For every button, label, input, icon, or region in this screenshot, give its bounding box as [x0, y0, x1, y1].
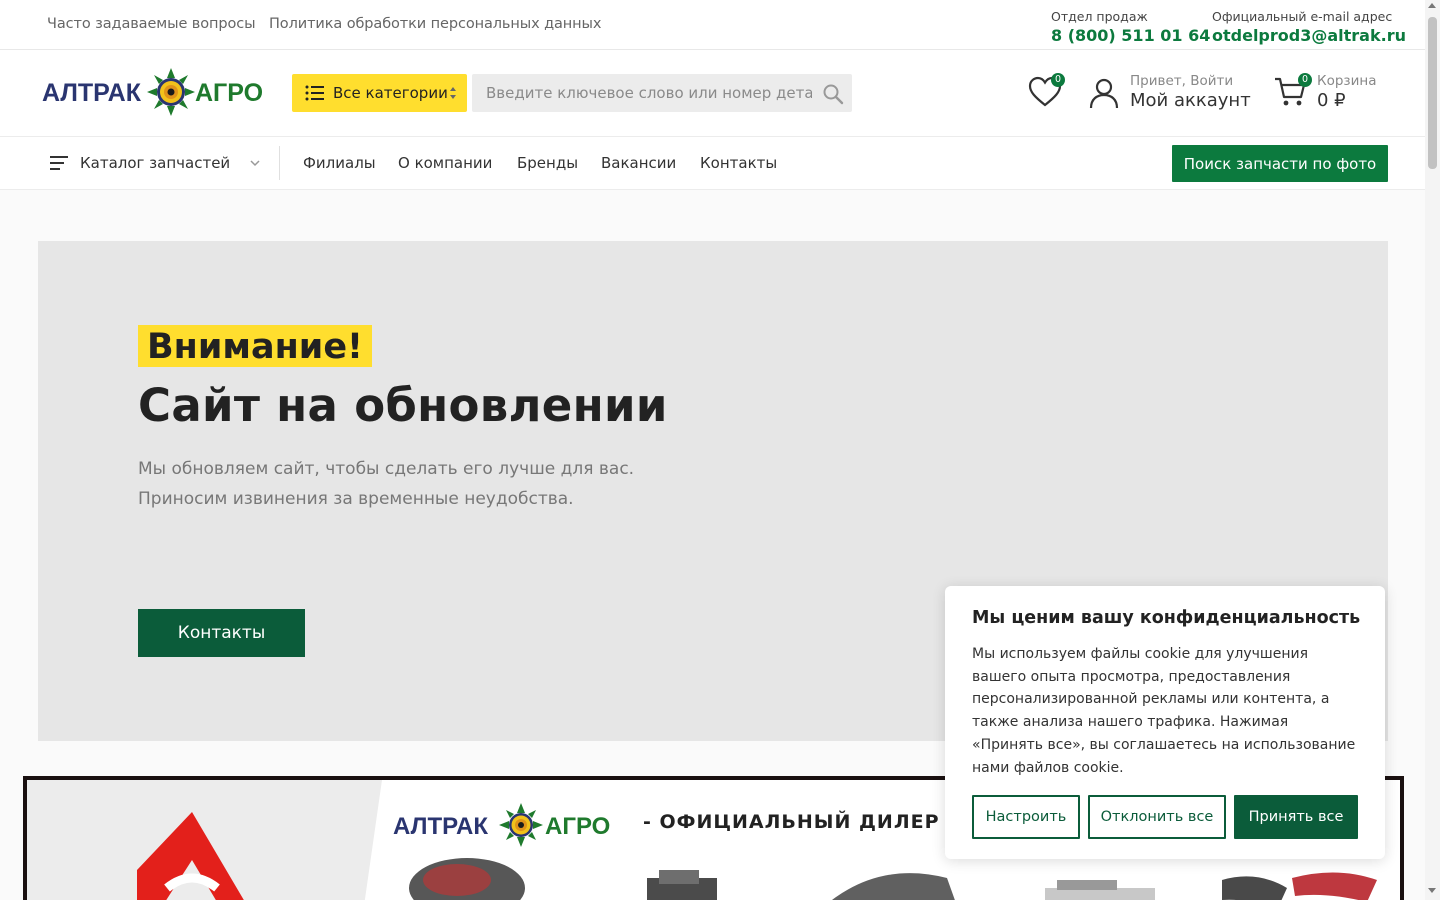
attention-label: Внимание! [138, 325, 373, 367]
account-link[interactable]: Привет, Войти Мой аккаунт [1088, 73, 1251, 113]
email-contact: Официальный e-mail адрес otdelprod3@altr… [1212, 9, 1406, 45]
wishlist-button[interactable]: 0 [1028, 73, 1065, 109]
logo-text-right: АГРО [195, 79, 263, 107]
faq-link[interactable]: Часто задаваемые вопросы [47, 16, 256, 32]
search-icon[interactable] [822, 83, 844, 105]
logo-text-left: АЛТРАК [42, 79, 142, 107]
contacts-button[interactable]: Контакты [138, 609, 305, 657]
dealer-text: - ОФИЦИАЛЬНЫЙ ДИЛЕР [643, 811, 940, 833]
cookie-reject-button[interactable]: Отклонить все [1088, 795, 1226, 839]
nav-item-branches[interactable]: Филиалы [303, 154, 376, 172]
scroll-thumb[interactable] [1428, 17, 1437, 169]
search-box [472, 74, 852, 112]
nav-divider [279, 146, 280, 180]
cookie-text: Мы используем файлы cookie для улучшения… [972, 646, 1356, 776]
photo-search-button[interactable]: Поиск запчасти по фото [1172, 145, 1388, 182]
hero-desc-line-1: Мы обновляем сайт, чтобы сделать его луч… [138, 459, 635, 479]
main-nav: Каталог запчастей Филиалы О компании Бре… [0, 137, 1425, 190]
sales-label: Отдел продаж [1051, 9, 1148, 24]
privacy-policy-link[interactable]: Политика обработки персональных данных [269, 16, 602, 32]
email-label: Официальный e-mail адрес [1212, 9, 1393, 24]
search-input[interactable] [472, 74, 812, 112]
all-categories-label: Все категории [333, 84, 448, 102]
list-icon [305, 85, 324, 101]
cookie-accept-button[interactable]: Принять все [1234, 795, 1358, 839]
page-scrollbar[interactable] [1425, 0, 1440, 900]
cookie-customize-button[interactable]: Настроить [972, 795, 1080, 839]
cart-count-badge: 0 [1298, 73, 1312, 87]
chevron-down-icon [250, 160, 260, 167]
scroll-down-arrow-icon[interactable] [1428, 888, 1436, 893]
cart-label: Корзина [1317, 73, 1377, 89]
all-categories-select[interactable]: Все категории [292, 74, 467, 112]
main-header: АЛТРАК АГРО Все категории Введите ключев… [0, 50, 1425, 137]
nav-item-contacts[interactable]: Контакты [700, 154, 777, 172]
cart-total: 0 ₽ [1317, 90, 1346, 111]
page-title: Сайт на обновлении [138, 379, 668, 432]
nav-item-brands[interactable]: Бренды [517, 154, 578, 172]
account-label: Мой аккаунт [1130, 90, 1251, 111]
sales-phone-link[interactable]: 8 (800) 511 01 64 [1051, 26, 1210, 45]
banner-logo-text-right: АГРО [545, 813, 610, 840]
hero-description: Мы обновляем сайт, чтобы сделать его луч… [138, 454, 634, 514]
site-logo[interactable]: АЛТРАК АГРО [42, 66, 267, 118]
sales-contact: Отдел продаж 8 (800) 511 01 64 [1051, 9, 1210, 45]
hero-desc-line-2: Приносим извинения за временные неудобст… [138, 489, 574, 509]
scroll-up-arrow-icon[interactable] [1428, 3, 1436, 8]
wishlist-count-badge: 0 [1051, 73, 1065, 87]
machinery-images [409, 858, 1377, 900]
select-arrows-icon [450, 87, 456, 99]
logo-sunflower-icon [147, 68, 195, 116]
user-icon [1089, 78, 1119, 109]
nav-item-about[interactable]: О компании [398, 154, 492, 172]
cookie-consent-dialog: Мы ценим вашу конфиденциальность Мы испо… [945, 586, 1385, 859]
cart-button[interactable]: 0 Корзина 0 ₽ [1273, 73, 1376, 113]
cookie-title: Мы ценим вашу конфиденциальность [972, 608, 1361, 628]
parts-catalog-menu[interactable]: Каталог запчастей [50, 137, 260, 189]
top-bar: Часто задаваемые вопросы Политика обрабо… [0, 0, 1425, 50]
nav-item-vacancies[interactable]: Вакансии [601, 154, 676, 172]
banner-logo-text-left: АЛТРАК [393, 813, 488, 840]
parts-catalog-label: Каталог запчастей [80, 154, 231, 172]
email-link[interactable]: otdelprod3@altrak.ru [1212, 26, 1406, 45]
account-greeting: Привет, Войти [1130, 73, 1234, 89]
menu-icon [50, 156, 68, 170]
